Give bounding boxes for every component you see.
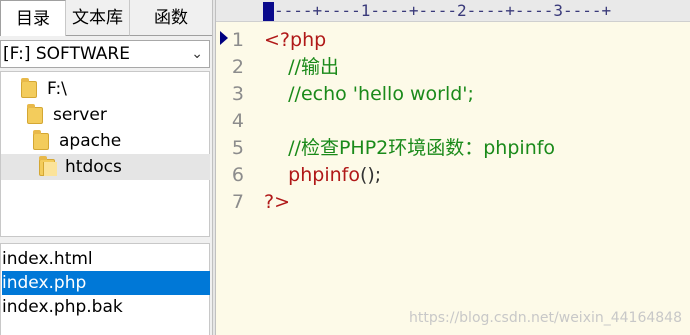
tree-item-htdocs[interactable]: htdocs (1, 154, 210, 180)
line-number: 6 (231, 164, 244, 186)
line-number-gutter: 1 2 3 4 5 6 7 (216, 23, 259, 335)
ruler-scale: ----+----1----+----2----+----3----+ (274, 1, 612, 20)
watermark: https://blog.csdn.net/weixin_44164848 (408, 310, 682, 326)
folder-tree: F:\ server apache htdocs (0, 71, 210, 237)
file-item[interactable]: index.html (2, 247, 210, 271)
tab-functions[interactable]: 函数 (130, 0, 212, 36)
folder-icon (27, 104, 43, 124)
folder-icon (21, 78, 37, 98)
file-list: index.html index.php index.php.bak (0, 243, 210, 335)
code-line-6: phpinfo(); (264, 162, 381, 189)
code-line-3: //echo 'hello world'; (264, 83, 474, 105)
file-item-selected[interactable]: index.php (2, 271, 210, 295)
column-ruler: ----+----1----+----2----+----3----+ (216, 0, 690, 22)
code-line-5: //检查PHP2环境函数：phpinfo (264, 137, 556, 159)
tree-item-label: htdocs (65, 157, 122, 177)
line-number: 4 (231, 110, 244, 132)
tab-text-library[interactable]: 文本库 (66, 0, 130, 36)
cursor-column-marker (263, 2, 274, 21)
drive-select[interactable]: [F:] SOFTWARE ⌄ (0, 40, 210, 68)
function-name: phpinfo (264, 164, 360, 186)
drive-select-value: [F:] SOFTWARE (3, 44, 130, 64)
code-text-area[interactable]: <?php //输出 //echo 'hello world'; //检查PHP… (264, 23, 690, 335)
folder-icon (33, 130, 49, 150)
panel-tabs: 目录 文本库 函数 (0, 0, 212, 36)
code-line-2: //输出 (264, 56, 339, 78)
line-number: 2 (231, 56, 244, 78)
line-number: 1 (231, 29, 244, 51)
tree-item-label: F:\ (47, 79, 67, 99)
code-line-1: <?php (264, 29, 327, 51)
tree-item-label: server (53, 105, 107, 125)
line-number: 7 (231, 191, 244, 213)
function-call-args: (); (359, 164, 382, 186)
code-line-7: ?> (264, 191, 291, 213)
chevron-down-icon[interactable]: ⌄ (191, 41, 203, 67)
line-number: 5 (231, 137, 244, 159)
file-explorer-panel: 目录 文本库 函数 [F:] SOFTWARE ⌄ F:\ server apa… (0, 0, 212, 335)
code-editor[interactable]: ----+----1----+----2----+----3----+ 1 2 … (216, 0, 690, 335)
line-number: 3 (231, 83, 244, 105)
file-item[interactable]: index.php.bak (2, 295, 210, 319)
tree-item-label: apache (59, 131, 122, 151)
tab-directory[interactable]: 目录 (0, 0, 66, 36)
open-folder-icon (39, 156, 57, 176)
